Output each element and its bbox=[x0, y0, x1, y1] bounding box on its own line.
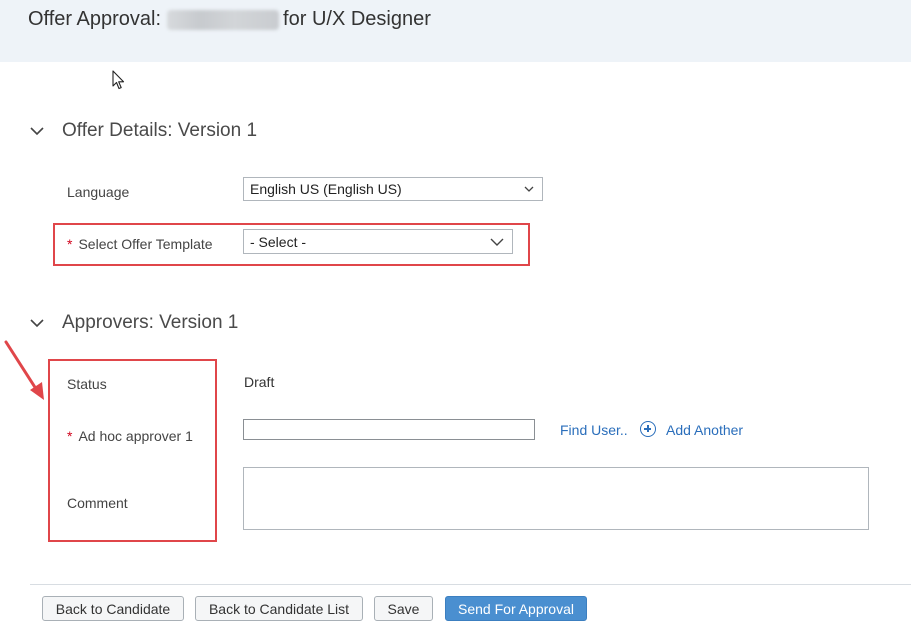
required-marker: * bbox=[67, 236, 73, 252]
offer-details-heading: Offer Details: Version 1 bbox=[62, 120, 258, 141]
comment-label: Comment bbox=[67, 495, 128, 511]
language-select-value: English US (English US) bbox=[250, 181, 402, 197]
comment-textarea[interactable] bbox=[243, 467, 869, 530]
page-title: Offer Approval: for U/X Designer bbox=[28, 8, 431, 31]
page-header: Offer Approval: for U/X Designer bbox=[0, 0, 911, 62]
approver-input[interactable] bbox=[243, 419, 535, 440]
find-user-link[interactable]: Find User.. bbox=[560, 422, 628, 438]
cursor-icon bbox=[112, 70, 125, 90]
add-another-link[interactable]: Add Another bbox=[666, 422, 743, 438]
offer-template-select[interactable]: - Select - bbox=[243, 229, 513, 254]
approver-label: * Ad hoc approver 1 bbox=[67, 428, 193, 444]
candidate-name-redacted bbox=[167, 9, 280, 30]
approver-label-text: Ad hoc approver 1 bbox=[78, 428, 193, 444]
save-button[interactable]: Save bbox=[374, 596, 433, 621]
footer-divider bbox=[30, 584, 911, 585]
offer-details-section-header[interactable]: Offer Details: Version 1 bbox=[30, 120, 257, 142]
offer-template-select-value: - Select - bbox=[250, 233, 307, 250]
send-for-approval-button[interactable]: Send For Approval bbox=[445, 596, 587, 621]
template-label-text: Select Offer Template bbox=[78, 236, 213, 252]
page-title-prefix: Offer Approval: bbox=[28, 8, 162, 30]
required-marker: * bbox=[67, 428, 73, 444]
back-to-candidate-button[interactable]: Back to Candidate bbox=[42, 596, 184, 621]
back-to-candidate-list-button[interactable]: Back to Candidate List bbox=[195, 596, 363, 621]
chevron-down-icon[interactable] bbox=[30, 126, 44, 136]
status-value: Draft bbox=[244, 374, 275, 390]
approvers-heading: Approvers: Version 1 bbox=[62, 312, 239, 333]
chevron-down-icon[interactable] bbox=[30, 318, 44, 328]
language-label: Language bbox=[67, 184, 130, 200]
caret-down-icon bbox=[524, 186, 534, 192]
plus-circle-icon[interactable] bbox=[640, 421, 656, 437]
template-label: * Select Offer Template bbox=[67, 236, 213, 252]
language-select[interactable]: English US (English US) bbox=[243, 177, 543, 201]
status-label: Status bbox=[67, 376, 107, 392]
page-title-suffix: for U/X Designer bbox=[283, 8, 431, 30]
caret-down-icon bbox=[490, 238, 504, 246]
approvers-section-header[interactable]: Approvers: Version 1 bbox=[30, 312, 238, 334]
